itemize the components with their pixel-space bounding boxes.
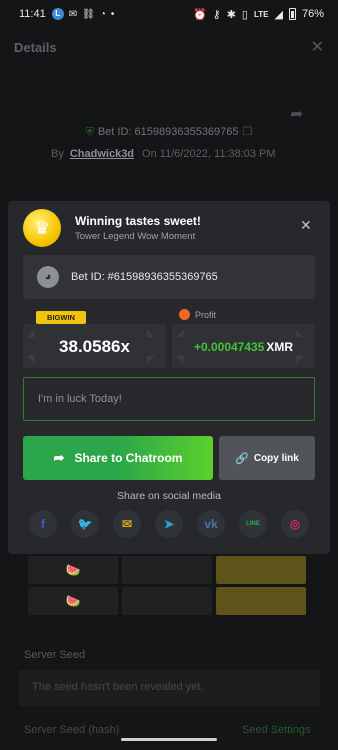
seed-settings-link[interactable]: Seed Settings [242,724,311,736]
server-seed-label: Server Seed [24,649,86,661]
email-share-icon[interactable]: ✉ [113,510,141,538]
share-card-subtitle: Tower Legend Wow Moment [75,231,196,242]
alarm-icon: ⏰ [192,8,207,21]
share-to-chatroom-button[interactable]: ➦ Share to Chatroom [23,436,213,480]
server-seed-value: The seed hasn't been revealed yet. [18,670,320,706]
share-card: ♛ Winning tastes sweet! Tower Legend Wow… [8,201,330,554]
copy-link-button[interactable]: 🔗 Copy link [219,436,315,480]
multiplier-tile: ◢ ◣ ◥ ◤ 38.0586x [23,324,166,368]
details-bet-id: ⛨ Bet ID: 61598936355369765 ❐ [85,126,253,138]
multiplier-value: 38.0586x [59,337,130,356]
bigwin-badge: BIGWIN [36,311,86,324]
facebook-share-icon[interactable]: f [29,510,57,538]
tower-cell [122,587,212,615]
network-icon: ⛓ [82,8,95,20]
battery-percent: 76% [301,8,324,20]
mail-icon: ✉ [68,8,78,20]
profit-currency: XMR [266,340,294,354]
dot-icon: • [110,8,115,20]
bet-id-text: Bet ID: #61598936355369765 [71,271,218,283]
share-arrow-icon: ➦ [53,450,65,465]
tower-row: 🍉 [28,587,310,615]
vk-share-icon[interactable]: vk [197,510,225,538]
details-title: Details [14,39,57,55]
share-icon[interactable]: ➦ [290,104,303,124]
tower-cell-selected [216,587,306,615]
instagram-share-icon[interactable]: ◎ [281,510,309,538]
details-header: Details ✕ [0,28,338,66]
tower-cell [122,556,212,584]
details-by-line: By Chadwick3d On 11/6/2022, 11:38:03 PM [51,148,276,160]
bluetooth-icon: ✱ [226,8,236,21]
signal-icon: ◢ [274,8,283,21]
details-close-icon[interactable]: ✕ [311,37,324,57]
social-label: Share on social media [117,490,221,502]
bet-id-box: ◕ Bet ID: #61598936355369765 [23,255,315,299]
username-link[interactable]: Chadwick3d [70,148,134,160]
corner-mark-icon: ◣ [296,328,304,339]
whatsapp-icon: ◔ [99,8,106,20]
corner-mark-icon: ◢ [176,328,184,339]
link-icon: 🔗 [235,452,249,465]
profit-label: Profit [179,309,216,320]
profit-value: +0.00047435 XMR [172,340,315,354]
profit-tile: ◢ ◣ ◥ ◤ +0.00047435 XMR [172,324,315,368]
share-card-header: ♛ Winning tastes sweet! Tower Legend Wow… [23,208,323,248]
share-card-title: Winning tastes sweet! [75,214,201,228]
status-bar: 11:41 L ✉ ⛓ ◔ • ⏰ ⚷ ✱ ▯ LTE ◢ 76% [0,0,338,28]
copy-link-label: Copy link [253,452,299,464]
bet-date: 11/6/2022, 11:38:03 PM [159,148,276,160]
twitter-share-icon[interactable]: 🐦 [71,510,99,538]
avatar: ◕ [37,266,59,288]
lte-label: LTE [253,9,269,19]
line-share-icon[interactable]: LINE [239,510,267,538]
social-buttons: f 🐦 ✉ ➤ vk LINE ◎ [29,510,309,538]
verified-shield-icon: ⛨ [85,126,94,138]
close-icon[interactable]: ✕ [300,217,312,234]
copy-icon[interactable]: ❐ [243,126,253,138]
tower-row: 🍉 [28,556,310,584]
corner-mark-icon: ◥ [176,354,184,365]
watermelon-icon: 🍉 [28,556,118,584]
vibrate-icon: ▯ [241,8,248,21]
watermelon-icon: 🍉 [28,587,118,615]
crown-badge-icon: ♛ [23,209,61,247]
xmr-coin-icon [179,309,190,320]
key-icon: ⚷ [212,8,221,21]
status-time: 11:41 [19,8,46,20]
app-l-icon: L [51,8,64,20]
home-indicator[interactable] [121,738,217,741]
profit-amount: +0.00047435 [193,340,265,354]
tower-grid: 🍉 🍉 [28,556,310,618]
message-input[interactable] [23,377,315,421]
server-seed-hash-label: Server Seed (hash) [24,724,120,736]
share-to-chatroom-label: Share to Chatroom [74,451,183,465]
telegram-share-icon[interactable]: ➤ [155,510,183,538]
tower-cell-selected [216,556,306,584]
battery-icon [288,8,296,20]
corner-mark-icon: ◤ [296,354,304,365]
